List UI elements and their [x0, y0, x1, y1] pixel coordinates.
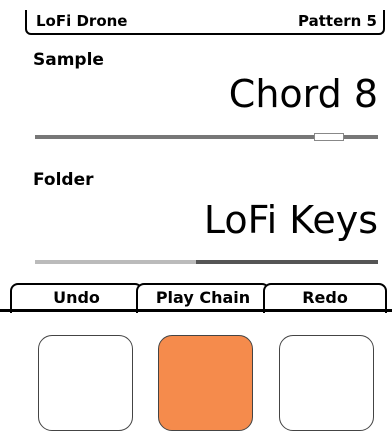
header-bar: LoFi Drone Pattern 5 [25, 10, 385, 35]
folder-value: LoFi Keys [203, 198, 378, 242]
project-title: LoFi Drone [36, 12, 128, 30]
sample-label: Sample [33, 50, 104, 70]
center-pad[interactable] [158, 335, 253, 431]
sample-value: Chord 8 [228, 72, 378, 116]
sample-slider-thumb[interactable] [313, 133, 344, 141]
device-screen: LoFi Drone Pattern 5 Sample Chord 8 Fold… [0, 0, 392, 313]
left-pad[interactable] [38, 335, 133, 431]
pattern-indicator: Pattern 5 [298, 12, 377, 30]
sample-slider[interactable] [35, 133, 378, 141]
right-pad[interactable] [279, 335, 374, 431]
folder-label: Folder [33, 170, 94, 190]
folder-slider[interactable] [35, 260, 378, 264]
folder-slider-fill [35, 260, 197, 264]
screen-baseline [0, 309, 392, 312]
